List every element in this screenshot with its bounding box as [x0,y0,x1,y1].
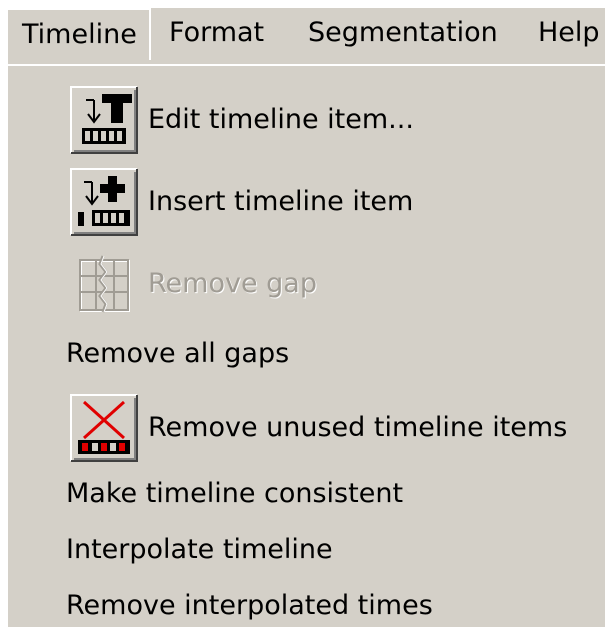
menu-item-remove-unused-timeline-items[interactable]: Remove unused timeline items [8,388,605,468]
menu-format[interactable]: Format [169,8,264,60]
menu-bar: Timeline Format Segmentation Help [8,8,605,60]
remove-unused-items-icon [70,394,138,462]
menu-item-interpolate-timeline[interactable]: Interpolate timeline [8,526,605,582]
menu-item-remove-gap: Remove gap [8,246,605,326]
menu-item-remove-interpolated-times[interactable]: Remove interpolated times [8,582,605,627]
menu-item-label: Remove interpolated times [66,590,433,621]
menu-screenshot: Timeline Format Segmentation Help Edit t… [8,8,605,627]
menu-item-label: Make timeline consistent [66,478,404,509]
menu-item-insert-timeline-item[interactable]: Insert timeline item [8,164,605,244]
menu-item-label: Remove all gaps [66,338,290,369]
menu-timeline[interactable]: Timeline [8,8,151,60]
menu-item-label: Remove unused timeline items [148,412,568,443]
menu-item-label: Interpolate timeline [66,534,333,565]
menu-item-edit-timeline-item[interactable]: Edit timeline item... [8,82,605,162]
menu-bar-separator [8,64,605,66]
menu-item-label: Insert timeline item [148,186,414,217]
menu-help[interactable]: Help [538,8,600,60]
menu-item-label: Remove gap [148,268,317,299]
menu-item-make-timeline-consistent[interactable]: Make timeline consistent [8,470,605,526]
remove-gap-icon [70,250,138,318]
edit-timeline-item-icon [70,86,138,154]
menu-item-remove-all-gaps[interactable]: Remove all gaps [8,328,605,388]
menu-item-label: Edit timeline item... [148,104,414,135]
menu-segmentation[interactable]: Segmentation [308,8,498,60]
insert-timeline-item-icon [70,168,138,236]
